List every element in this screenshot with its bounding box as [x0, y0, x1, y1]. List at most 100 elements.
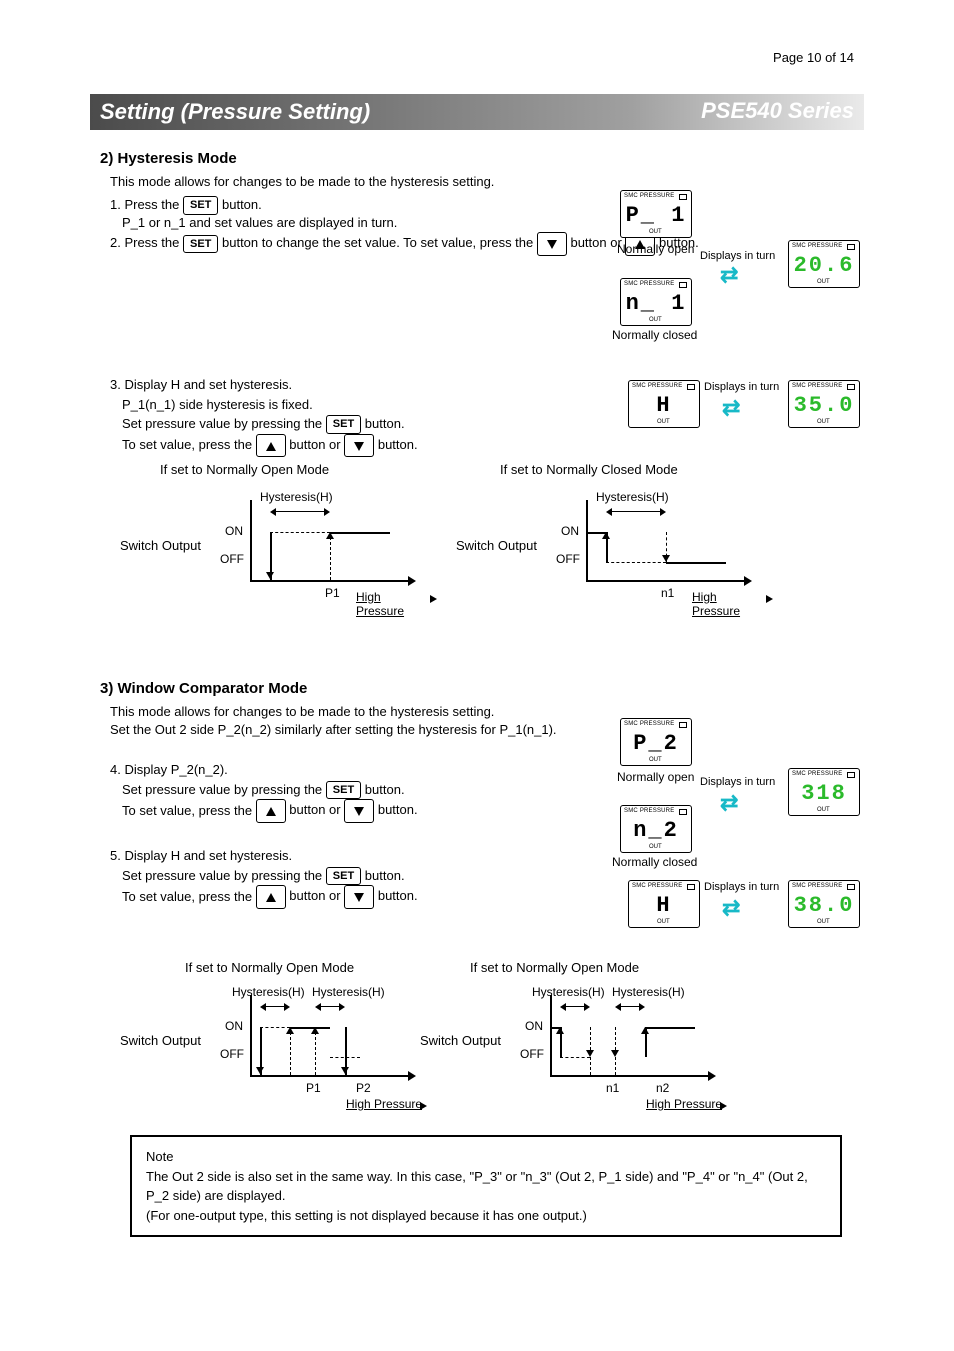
lcd-out: OUT [649, 229, 662, 235]
note-line3: (For one-output type, this setting is no… [146, 1206, 826, 1226]
lcd-out: OUT [817, 919, 830, 925]
hysteresis-label: Hysteresis(H) [260, 490, 333, 504]
hysteresis-span [606, 508, 666, 516]
lcd-out: OUT [657, 919, 670, 925]
text: To set value, press the [122, 437, 256, 452]
text: Set pressure value by pressing the [122, 868, 326, 883]
lcd-brand: SMC PRESSURE [792, 771, 842, 777]
x-axis [586, 580, 746, 582]
text: Set pressure value by pressing the [122, 416, 326, 431]
off-label: OFF [220, 552, 244, 566]
down-triangle-icon [354, 442, 364, 451]
hysteresis-title: 2) Hysteresis Mode [100, 150, 237, 167]
down-key [537, 232, 567, 256]
window-step4: 4. Display P_2(n_2). Set pressure value … [110, 760, 630, 823]
lcd-h: SMC PRESSURE H OUT [628, 380, 700, 428]
lcd-brand: SMC PRESSURE [624, 281, 674, 287]
lcd-led-icon [679, 722, 687, 728]
lcd-out: OUT [649, 757, 662, 763]
lcd-text: n_2 [621, 818, 691, 843]
open-mode-header: If set to Normally Open Mode [160, 462, 329, 477]
hysteresis-label: Hysteresis(H) [596, 490, 669, 504]
arrow-down-icon [662, 555, 670, 562]
up-triangle-icon [266, 807, 276, 816]
arrow-up-icon [602, 532, 610, 539]
lcd-h-value: SMC PRESSURE 35.0 OUT [788, 380, 860, 428]
lcd-brand: SMC PRESSURE [624, 808, 674, 814]
x-arrow-icon [744, 576, 752, 586]
text: To set value, press the [122, 889, 256, 904]
lcd-n2: SMC PRESSURE n_2 OUT [620, 805, 692, 853]
line [290, 1027, 330, 1029]
text: button or [286, 437, 345, 452]
up-key [256, 885, 286, 909]
x-axis [250, 1075, 410, 1077]
lcd-led-icon [687, 884, 695, 890]
dash [270, 532, 330, 533]
dash [290, 1027, 291, 1075]
displays-in-turn: Displays in turn [704, 881, 779, 893]
x-arrow-icon [408, 1071, 416, 1081]
lcd-led-icon [847, 244, 855, 250]
arrow-right-icon [720, 1102, 727, 1110]
up-key [256, 799, 286, 823]
hysteresis-span [315, 1003, 345, 1011]
hysteresis-span [260, 1003, 290, 1011]
fig-window-p: Switch Output ON OFF Hysteresis(H) Hyste… [120, 985, 430, 1115]
fig-window-n: Switch Output ON OFF Hysteresis(H) Hyste… [420, 985, 730, 1115]
arrow-up-icon [326, 532, 334, 539]
text: button. [374, 889, 417, 904]
on-label: ON [561, 524, 579, 538]
up-triangle-icon [266, 893, 276, 902]
lcd-out: OUT [817, 807, 830, 813]
note-line2: The Out 2 side is also set in the same w… [146, 1167, 826, 1206]
window-desc: This mode allows for changes to be made … [110, 702, 590, 722]
lcd-text: 20.6 [789, 253, 859, 278]
set-key: SET [326, 867, 361, 886]
high-pressure-label: High Pressure [692, 590, 766, 618]
lcd-text: 318 [789, 781, 859, 806]
lcd-text: 35.0 [789, 393, 859, 418]
x-axis [250, 580, 410, 582]
lcd-led-icon [679, 809, 687, 815]
double-arrow-icon: ⇄ [720, 790, 738, 816]
hysteresis-span [615, 1003, 645, 1011]
lcd-brand: SMC PRESSURE [792, 383, 842, 389]
lcd-led-icon [847, 884, 855, 890]
hysteresis-desc: This mode allows for changes to be made … [110, 172, 590, 192]
down-key [344, 799, 374, 823]
dash [315, 1027, 316, 1075]
set-key: SET [326, 415, 361, 434]
arrow-down-icon [341, 1067, 349, 1074]
lcd-text: H [629, 893, 699, 918]
lcd-text: n_ 1 [621, 291, 691, 316]
text: 5. Display H and set hysteresis. [110, 848, 292, 863]
arrow-right-icon [766, 595, 773, 603]
closed-mode-header: If set to Normally Closed Mode [500, 462, 678, 477]
lcd-brand: SMC PRESSURE [624, 721, 674, 727]
text: button or [286, 803, 345, 818]
hysteresis-label: Hysteresis(H) [232, 985, 305, 999]
arrow-up-icon [286, 1027, 294, 1034]
down-key [344, 434, 374, 458]
lcd-led-icon [679, 194, 687, 200]
off-label: OFF [220, 1047, 244, 1061]
on-label: ON [525, 1019, 543, 1033]
hysteresis-label: Hysteresis(H) [312, 985, 385, 999]
text: To set value, press the [122, 803, 256, 818]
y-axis [250, 500, 252, 580]
series-label: PSE540 Series [701, 98, 854, 124]
displays-in-turn: Displays in turn [704, 381, 779, 393]
arrow-up-icon [641, 1027, 649, 1034]
line [330, 532, 390, 534]
double-arrow-icon: ⇄ [722, 395, 740, 421]
line [645, 1027, 695, 1029]
y-axis [250, 995, 252, 1075]
open-mode-header-2: If set to Normally Open Mode [470, 960, 639, 975]
normally-open-label: Normally open [617, 770, 694, 784]
dash [330, 532, 331, 580]
switch-output-label: Switch Output [120, 1033, 201, 1048]
arrow-up-icon [311, 1027, 319, 1034]
window-title: 3) Window Comparator Mode [100, 680, 307, 697]
lcd-out: OUT [657, 419, 670, 425]
